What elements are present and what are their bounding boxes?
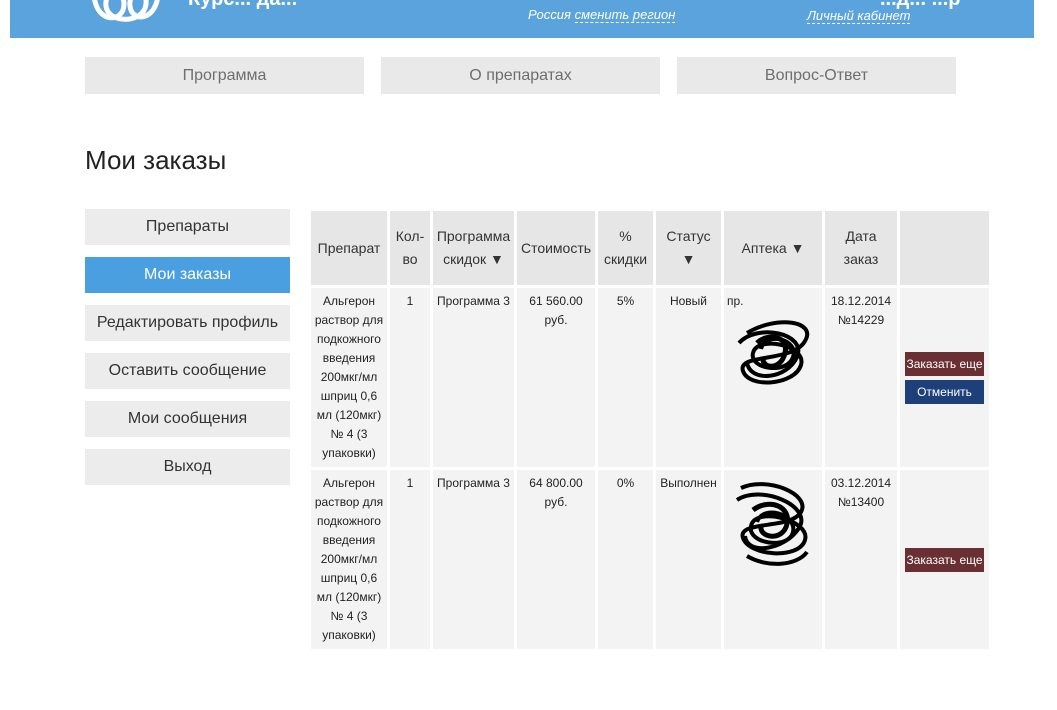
cell-drug: Альгерон раствор для подкожного введения… xyxy=(311,470,387,649)
cancel-order-button[interactable]: Отменить xyxy=(905,379,984,404)
sidebar-item-edit-profile[interactable]: Редактировать профиль xyxy=(85,305,290,341)
cell-pharmacy xyxy=(724,470,822,649)
cell-qty: 1 xyxy=(390,288,430,467)
cell-status: Новый xyxy=(656,288,721,467)
logo-icon[interactable] xyxy=(84,0,166,28)
header-status-sort[interactable]: Статус ▼ xyxy=(656,211,721,285)
header-program-sort[interactable]: Программа скидок ▼ xyxy=(433,211,514,285)
cell-program: Программа 3 xyxy=(433,470,514,649)
pharmacy-text: пр. xyxy=(727,294,744,308)
order-again-button[interactable]: Заказать еще xyxy=(905,547,984,572)
page-title: Мои заказы xyxy=(85,145,227,175)
sidebar-item-my-orders[interactable]: Мои заказы xyxy=(85,257,290,293)
redacted-scribble xyxy=(735,482,809,566)
nav-faq[interactable]: Вопрос-Ответ xyxy=(677,57,956,94)
sidebar-item-leave-message[interactable]: Оставить сообщение xyxy=(85,353,290,389)
region-country: Россия xyxy=(528,7,571,22)
table-row: Альгерон раствор для подкожного введения… xyxy=(311,470,989,649)
region-selector: Россия сменить регион xyxy=(528,7,676,23)
cell-cost: 61 560.00 руб. xyxy=(517,288,595,467)
cell-date: 03.12.2014 №13400 xyxy=(825,470,897,649)
personal-cabinet-link[interactable]: Личный кабинет xyxy=(807,8,911,24)
table-row: Альгерон раствор для подкожного введения… xyxy=(311,288,989,467)
site-title: Курс... да... xyxy=(188,0,297,11)
cell-pharmacy: пр. xyxy=(724,288,822,467)
cell-qty: 1 xyxy=(390,470,430,649)
cell-discount: 0% xyxy=(598,470,653,649)
nav-about-drugs[interactable]: О препаратах xyxy=(381,57,660,94)
sidebar-item-drugs[interactable]: Препараты xyxy=(85,209,290,245)
cell-actions: Заказать еще xyxy=(900,470,989,649)
orders-table: Препарат Кол-во Программа скидок ▼ Стоим… xyxy=(308,208,992,652)
cell-program: Программа 3 xyxy=(433,288,514,467)
cell-status: Выполнен xyxy=(656,470,721,649)
header-date: Дата заказ xyxy=(825,211,897,285)
header-discount: % скидки xyxy=(598,211,653,285)
table-header-row: Препарат Кол-во Программа скидок ▼ Стоим… xyxy=(311,211,989,285)
nav-program[interactable]: Программа xyxy=(85,57,364,94)
header-actions xyxy=(900,211,989,285)
cell-drug: Альгерон раствор для подкожного введения… xyxy=(311,288,387,467)
redacted-scribble xyxy=(737,320,810,385)
cell-cost: 64 800.00 руб. xyxy=(517,470,595,649)
header-pharmacy-sort[interactable]: Аптека ▼ xyxy=(724,211,822,285)
cell-date: 18.12.2014 №14229 xyxy=(825,288,897,467)
cell-discount: 5% xyxy=(598,288,653,467)
header-cost: Стоимость xyxy=(517,211,595,285)
header-drug: Препарат xyxy=(311,211,387,285)
sidebar-item-my-messages[interactable]: Мои сообщения xyxy=(85,401,290,437)
cell-actions: Заказать еще Отменить xyxy=(900,288,989,467)
order-again-button[interactable]: Заказать еще xyxy=(905,351,984,376)
sidebar-item-logout[interactable]: Выход xyxy=(85,449,290,485)
change-region-link[interactable]: сменить регион xyxy=(574,7,676,23)
header-qty: Кол-во xyxy=(390,211,430,285)
site-header: Курс... да... Россия сменить регион ...д… xyxy=(10,0,1034,38)
